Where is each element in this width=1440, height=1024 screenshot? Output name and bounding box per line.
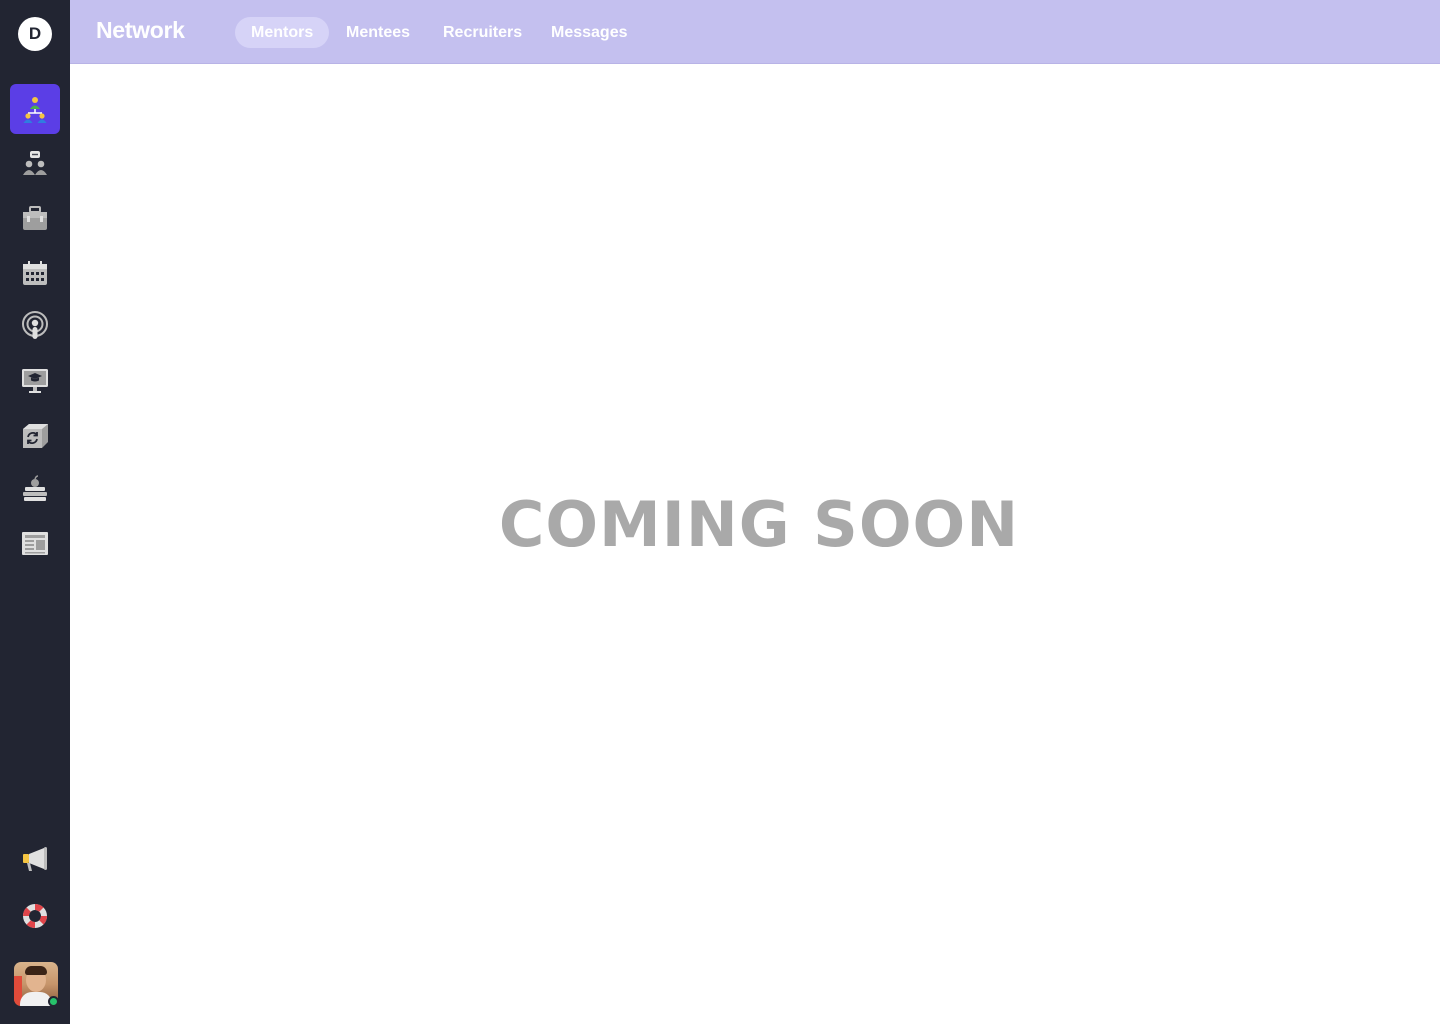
avatar-hair (25, 966, 47, 975)
network-people-icon (23, 97, 47, 123)
sidebar-item-courses[interactable] (10, 355, 60, 405)
tab-mentees[interactable]: Mentees (330, 17, 426, 48)
app-logo[interactable]: D (18, 17, 52, 51)
books-apple-icon (23, 475, 47, 501)
sidebar-item-events[interactable] (10, 248, 60, 298)
sidebar-item-learning[interactable] (10, 464, 60, 514)
calendar-icon (23, 261, 47, 285)
coming-soon-message: COMING SOON (498, 488, 1020, 561)
tab-recruiters[interactable]: Recruiters (427, 17, 538, 48)
sidebar-item-resources[interactable] (10, 410, 60, 460)
page-title: Network (96, 17, 185, 43)
sidebar-item-news[interactable] (10, 518, 60, 568)
briefcase-icon (23, 206, 47, 230)
lifebuoy-icon (22, 903, 48, 929)
sidebar: D (0, 0, 70, 1024)
tab-mentors[interactable]: Mentors (235, 17, 330, 48)
app-root: D Network Mentors Mentees Recruiters Mes… (0, 0, 1440, 1024)
avatar-shirt (20, 992, 52, 1006)
podcast-icon (22, 311, 48, 339)
online-status-indicator (48, 996, 59, 1007)
sidebar-item-jobs[interactable] (10, 193, 60, 243)
graduation-monitor-icon (22, 369, 48, 393)
sidebar-item-announcements[interactable] (10, 834, 60, 884)
main-content: COMING SOON (70, 64, 1440, 1024)
sidebar-item-community-chat[interactable] (10, 139, 60, 189)
cube-sync-icon (23, 424, 48, 448)
sidebar-item-podcasts[interactable] (10, 301, 60, 351)
sidebar-item-support[interactable] (10, 891, 60, 941)
sidebar-item-network[interactable] (10, 84, 60, 134)
megaphone-icon (23, 847, 47, 871)
tab-messages[interactable]: Messages (535, 17, 644, 48)
top-header: Network Mentors Mentees Recruiters Messa… (70, 0, 1440, 64)
people-chat-icon (23, 151, 47, 175)
newspaper-icon (22, 532, 48, 555)
